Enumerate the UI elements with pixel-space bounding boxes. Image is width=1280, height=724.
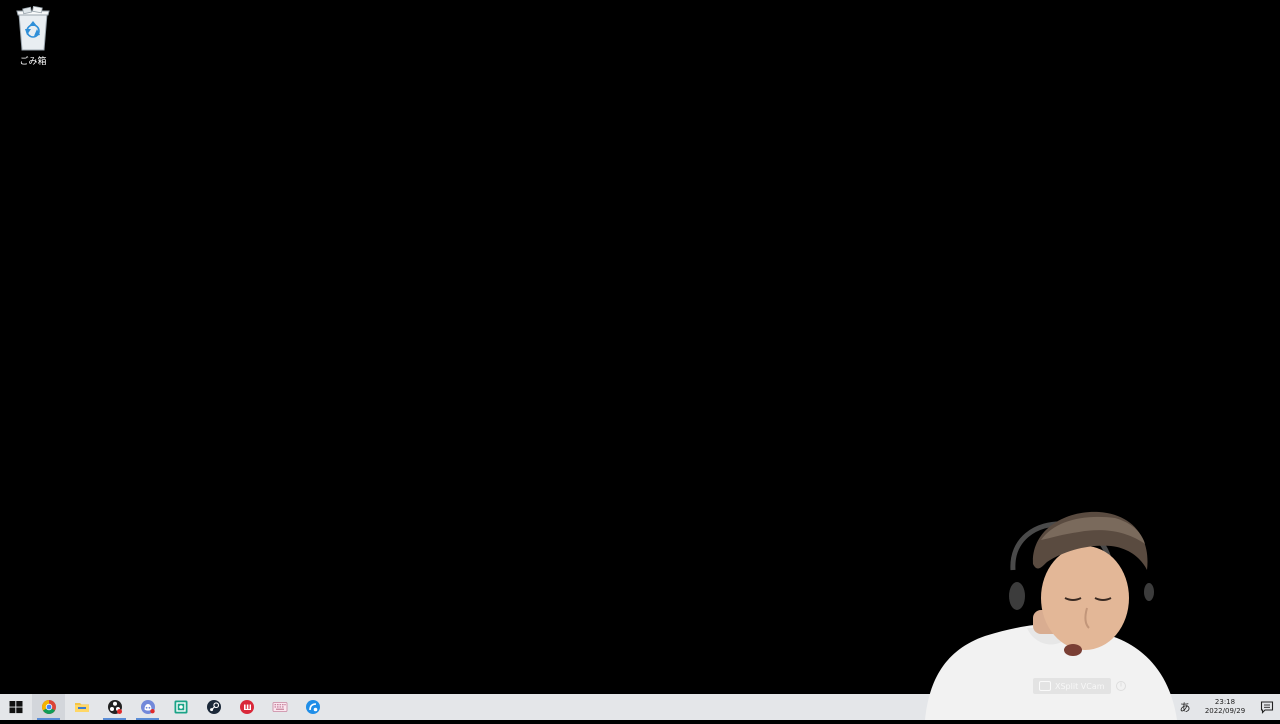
windows-logo-icon — [9, 701, 23, 714]
taskbar-app-red[interactable] — [230, 694, 263, 720]
action-center-button[interactable] — [1254, 694, 1280, 720]
notification-icon — [1260, 701, 1274, 714]
taskbar-clock[interactable]: 23:18 2022/09/29 — [1196, 698, 1254, 716]
taskbar-app-file-explorer[interactable] — [65, 694, 98, 720]
keyboard-icon — [272, 702, 287, 712]
red-app-icon — [239, 700, 254, 714]
clock-date: 2022/09/29 — [1204, 707, 1246, 715]
taskbar-app-steam[interactable] — [197, 694, 230, 720]
xsplit-vcam-badge: XSplit VCam — [1033, 678, 1111, 694]
camera-icon — [1039, 681, 1051, 691]
system-tray: あ 23:18 2022/09/29 — [1174, 694, 1280, 720]
green-app-icon — [174, 700, 187, 714]
steam-icon — [206, 700, 221, 714]
recycle-bin-label: ごみ箱 — [19, 57, 47, 67]
webcam-overlay: XSplit VCam — [915, 500, 1185, 720]
blue-app-icon — [305, 700, 320, 714]
obs-icon — [107, 700, 122, 714]
xsplit-vcam-label: XSplit VCam — [1055, 681, 1105, 691]
chrome-icon — [41, 700, 56, 714]
taskbar-app-chrome[interactable] — [32, 694, 65, 720]
taskbar-app-green[interactable] — [164, 694, 197, 720]
clock-time: 23:18 — [1214, 698, 1236, 706]
folder-icon — [74, 703, 89, 712]
taskbar-app-blue[interactable] — [296, 694, 329, 720]
discord-icon — [140, 700, 155, 714]
power-icon — [1116, 681, 1126, 691]
start-button[interactable] — [0, 694, 32, 720]
taskbar-app-keyboard[interactable] — [263, 694, 296, 720]
taskbar-app-discord[interactable] — [131, 694, 164, 720]
taskbar-app-obs[interactable] — [98, 694, 131, 720]
recycle-bin-icon — [16, 6, 50, 51]
recycle-bin-shortcut[interactable]: ごみ箱 — [8, 6, 58, 68]
